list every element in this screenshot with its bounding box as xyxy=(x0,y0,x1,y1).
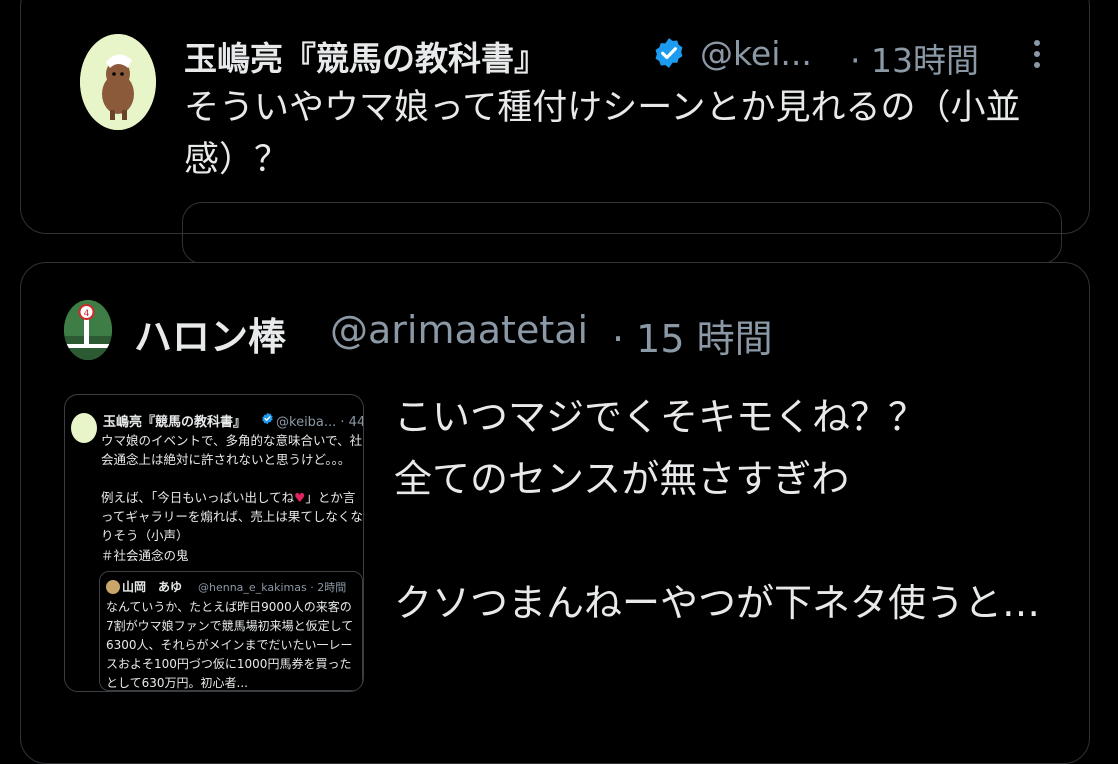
display-name[interactable]: ハロン棒 xyxy=(134,306,286,361)
heart-icon: ♥ xyxy=(294,490,306,505)
screenshot-quoted-tweet: 山岡 あゆ @henna_e_kakimas · 2時間 なんていうか、たとえば… xyxy=(99,571,363,691)
verified-badge-icon xyxy=(655,38,683,68)
avatar xyxy=(71,413,97,443)
handle-time: @henna_e_kakimas · 2時間 xyxy=(198,581,347,594)
display-name: 山岡 あゆ xyxy=(122,580,183,594)
tweet-text: そういやウマ娘って種付けシーンとか見れるの（小並感）？ xyxy=(184,88,1021,180)
avatar[interactable] xyxy=(80,34,156,130)
avatar xyxy=(106,580,120,594)
quoted-text: なんていうか、たとえば昨日9000人の来客の7割がウマ娘ファンで競馬場初来場と仮… xyxy=(106,600,354,690)
handle[interactable]: @arimaatetai xyxy=(330,308,588,352)
verified-badge-icon xyxy=(262,412,273,425)
quoted-tweet-card[interactable] xyxy=(182,202,1062,264)
hashtag: ＃社会通念の鬼 xyxy=(101,548,189,563)
handle-time: @keiba... · 44分 xyxy=(276,415,363,430)
attached-screenshot-image[interactable]: 玉嶋亮『競馬の教科書』 @keiba... · 44分 ウマ娘のイベントで、多角… xyxy=(64,394,364,692)
timestamp[interactable]: · 15 時間 xyxy=(612,308,773,363)
screenshot-text: ウマ娘のイベントで、多角的な意味合いで、社会通念上は絶対に許されないと思うけど。… xyxy=(101,433,363,543)
display-name: 玉嶋亮『競馬の教科書』 xyxy=(103,415,247,430)
handle[interactable]: @kei... xyxy=(700,34,812,73)
display-name[interactable]: 玉嶋亮『競馬の教科書』 xyxy=(184,32,547,80)
svg-text:4: 4 xyxy=(84,309,90,319)
avatar[interactable]: 4 xyxy=(64,300,112,360)
tweet-text: こいつマジでくそキモくね？？ 全てのセンスが無さすぎわ クソつまんねーやつが下ネ… xyxy=(394,395,1041,625)
timestamp[interactable]: · 13時間 xyxy=(850,34,979,82)
more-vertical-icon[interactable] xyxy=(1032,38,1042,70)
